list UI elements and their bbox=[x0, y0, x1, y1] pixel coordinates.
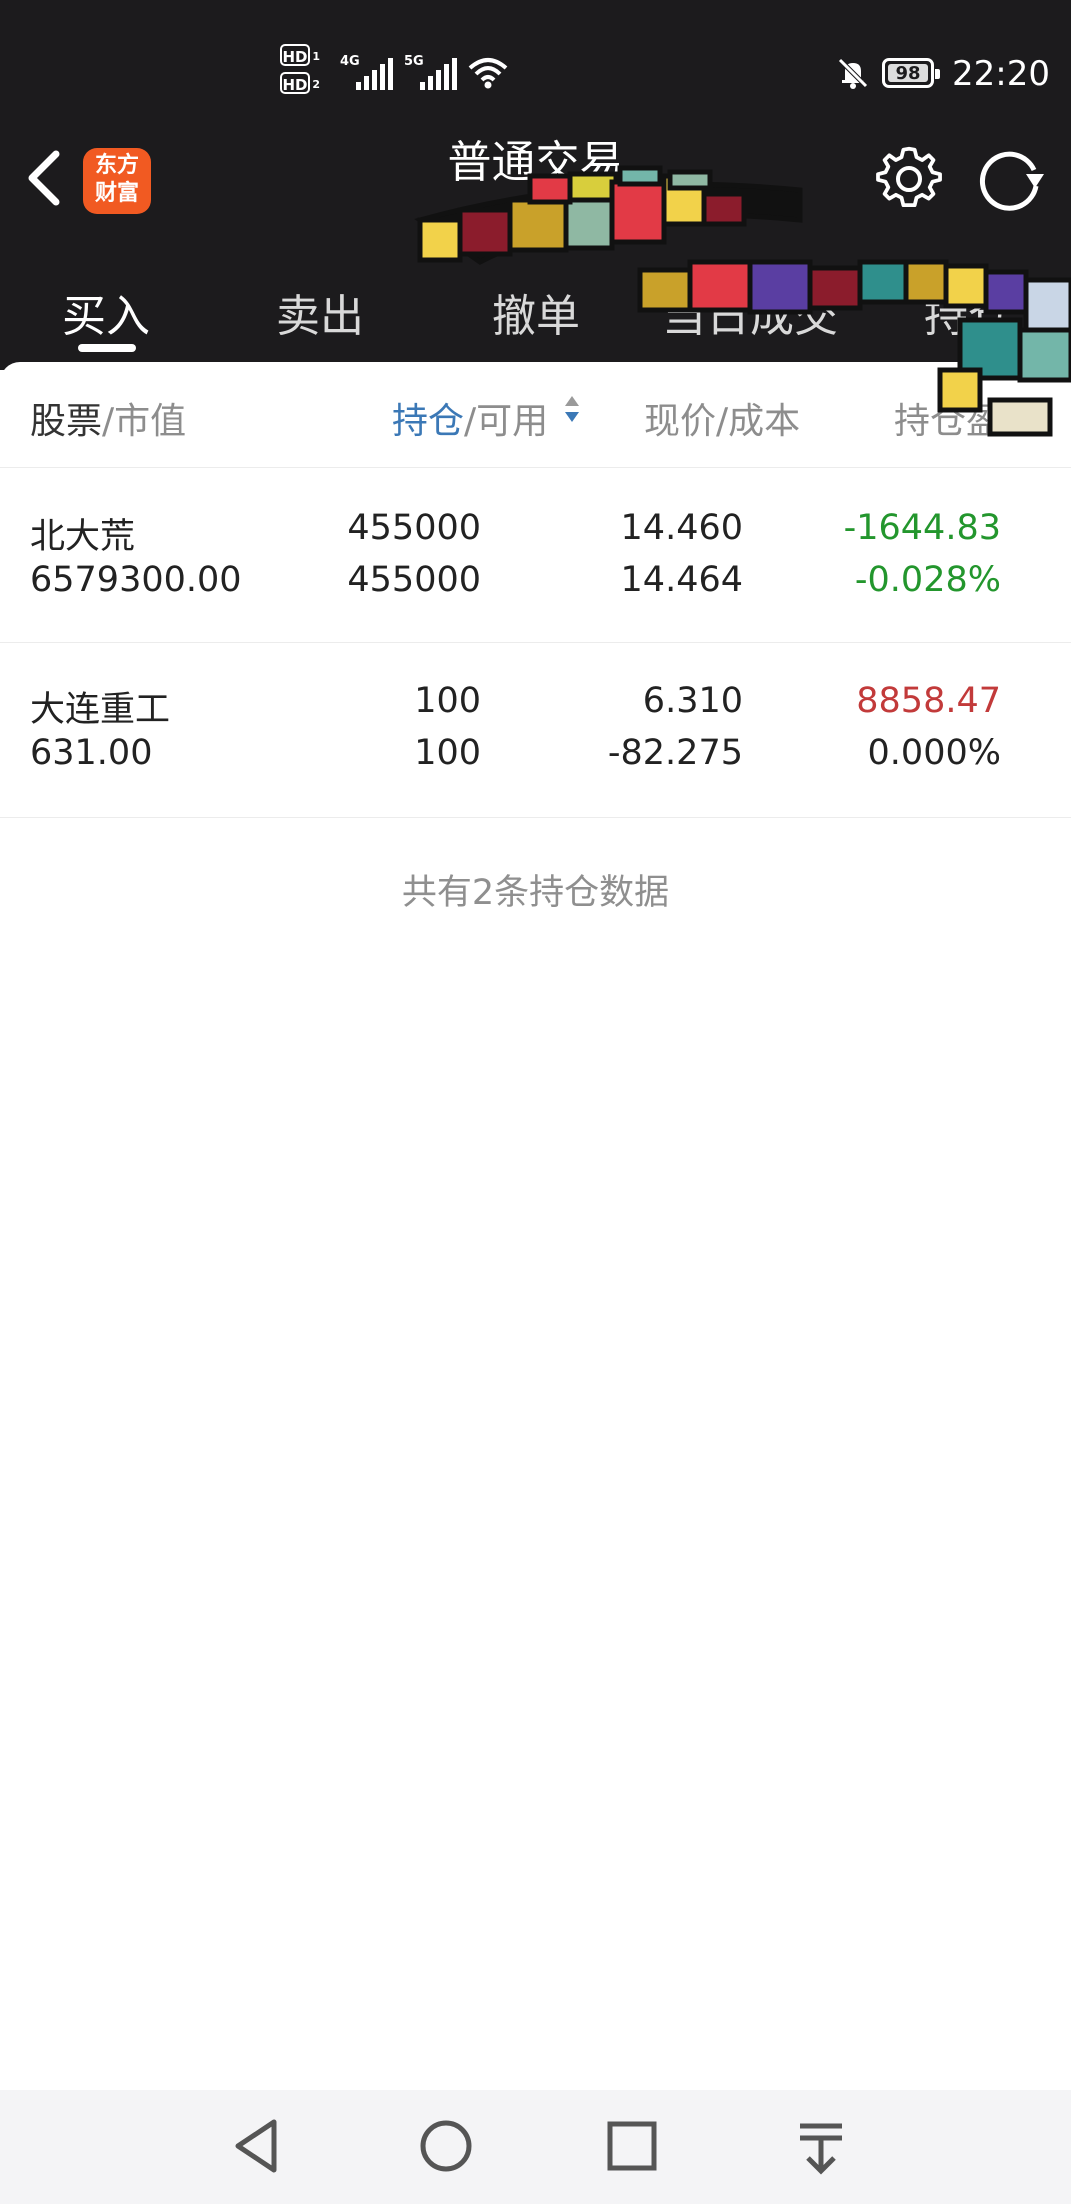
column-pnl-header[interactable]: 持仓盈亏 bbox=[894, 392, 1038, 444]
nav-notification-icon[interactable] bbox=[796, 2116, 846, 2176]
tab-positions[interactable]: 持仓 bbox=[924, 280, 1012, 344]
hold-quantity: 100 bbox=[414, 681, 481, 721]
column-hold-label: 持仓 bbox=[392, 401, 465, 442]
stock-name: 北大荒 bbox=[30, 517, 136, 557]
signal-bars-icon-1 bbox=[356, 58, 393, 90]
positions-count-summary: 共有2条持仓数据 bbox=[401, 873, 670, 913]
row-divider bbox=[0, 817, 1071, 818]
muted-bell-icon bbox=[838, 58, 868, 89]
column-market-value-label: /市值 bbox=[102, 401, 187, 442]
column-price-header[interactable]: 现价/成本 bbox=[644, 392, 800, 444]
current-price: 14.460 bbox=[620, 508, 743, 548]
status-clock: 22:20 bbox=[952, 54, 1050, 94]
cost-price: 14.464 bbox=[620, 560, 743, 600]
tab-sell[interactable]: 卖出 bbox=[276, 280, 364, 344]
hd-indicators: HD 1 HD 2 bbox=[280, 44, 320, 100]
settings-gear-icon[interactable] bbox=[876, 146, 942, 212]
tab-buy[interactable]: 买入 bbox=[62, 280, 150, 344]
nav-home-icon[interactable] bbox=[416, 2116, 476, 2176]
hd-1-text: HD bbox=[282, 48, 308, 66]
current-price: 6.310 bbox=[642, 681, 743, 721]
position-row[interactable]: 大连重工 631.00 100 100 6.310 -82.275 8858.4… bbox=[0, 643, 1071, 817]
available-quantity: 100 bbox=[414, 733, 481, 773]
battery-indicator: 98 bbox=[882, 58, 940, 88]
position-pnl: -1644.83 bbox=[843, 508, 1001, 548]
signal-bars-icon-2 bbox=[420, 58, 457, 90]
nav-recents-icon[interactable] bbox=[604, 2116, 660, 2176]
column-stock-header[interactable]: 股票/市值 bbox=[30, 392, 186, 444]
hold-quantity: 455000 bbox=[347, 508, 481, 548]
stock-name: 大连重工 bbox=[30, 690, 171, 730]
hd-badge-2: HD 2 bbox=[280, 72, 320, 94]
tab-cancel[interactable]: 撤单 bbox=[492, 280, 580, 344]
hd-1-sub: 1 bbox=[312, 50, 320, 63]
position-pnl: 8858.47 bbox=[856, 681, 1001, 721]
trade-tabs: 买入 卖出 撤单 当日成交 持仓 bbox=[0, 270, 1071, 370]
refresh-icon[interactable] bbox=[976, 146, 1046, 212]
status-bar: HD 1 HD 2 4G 5G 98 22:20 bbox=[0, 0, 1071, 140]
system-nav-bar bbox=[0, 2090, 1071, 2204]
column-available-label: /可用 bbox=[464, 401, 549, 442]
position-pnl-percent: 0.000% bbox=[867, 733, 1001, 773]
battery-level-text: 98 bbox=[888, 64, 928, 83]
hd-badge-1: HD 1 bbox=[280, 44, 320, 66]
hd-2-text: HD bbox=[282, 76, 308, 94]
sort-icon[interactable] bbox=[564, 392, 580, 428]
active-tab-indicator bbox=[78, 344, 136, 352]
wifi-icon bbox=[468, 58, 508, 89]
cost-price: -82.275 bbox=[607, 733, 743, 773]
position-pnl-percent: -0.028% bbox=[854, 560, 1001, 600]
market-value: 6579300.00 bbox=[30, 560, 242, 600]
positions-panel: 股票/市值 持仓/可用 现价/成本 持仓盈亏 北大荒 6579300.00 45… bbox=[0, 362, 1071, 2090]
app-header: HD 1 HD 2 4G 5G 98 22:20 东方 财富 普通交易 买入 卖… bbox=[0, 0, 1071, 370]
column-hold-header[interactable]: 持仓/可用 bbox=[392, 392, 548, 444]
column-stock-label: 股票 bbox=[30, 401, 103, 442]
position-row[interactable]: 北大荒 6579300.00 455000 455000 14.460 14.4… bbox=[0, 468, 1071, 642]
tab-today-deals[interactable]: 当日成交 bbox=[662, 280, 838, 344]
available-quantity: 455000 bbox=[347, 560, 481, 600]
nav-back-icon[interactable] bbox=[230, 2116, 286, 2176]
hd-2-sub: 2 bbox=[312, 78, 320, 91]
market-value: 631.00 bbox=[30, 733, 153, 773]
